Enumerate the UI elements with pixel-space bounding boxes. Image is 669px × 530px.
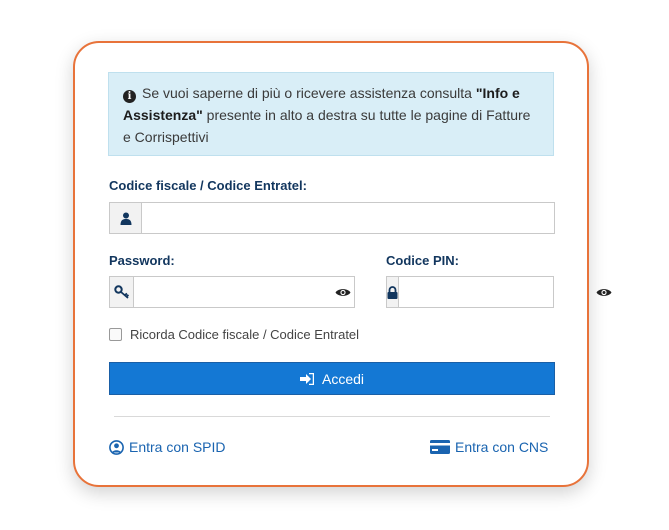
pin-field: [386, 276, 612, 308]
show-password-eye-icon[interactable]: [331, 277, 354, 307]
sign-in-icon: [299, 372, 314, 385]
key-icon: [110, 277, 135, 307]
remember-checkbox[interactable]: [109, 328, 122, 341]
cns-link[interactable]: Entra con CNS: [430, 439, 548, 455]
info-text: Se vuoi saperne di più o ricevere assist…: [142, 85, 476, 101]
pin-label: Codice PIN:: [386, 253, 459, 268]
user-icon: [110, 203, 142, 233]
remember-option[interactable]: Ricorda Codice fiscale / Codice Entratel: [109, 327, 359, 342]
lock-icon: [387, 277, 399, 307]
password-input[interactable]: [134, 277, 332, 307]
password-field: [109, 276, 355, 308]
login-button[interactable]: Accedi: [109, 362, 555, 395]
info-alert: i Se vuoi saperne di più o ricevere assis…: [108, 72, 554, 156]
card-icon: [430, 440, 450, 454]
user-circle-icon: [109, 439, 124, 455]
spid-link[interactable]: Entra con SPID: [109, 439, 226, 455]
login-button-label: Accedi: [321, 370, 365, 387]
spid-link-label: Entra con SPID: [129, 439, 226, 455]
password-label: Password:: [109, 253, 175, 268]
fiscal-code-input[interactable]: [142, 203, 554, 233]
divider: [114, 416, 550, 417]
info-icon: i: [123, 90, 136, 103]
fiscal-code-field: [109, 202, 555, 234]
cns-link-label: Entra con CNS: [455, 439, 549, 455]
remember-label: Ricorda Codice fiscale / Codice Entratel: [130, 327, 360, 342]
pin-input[interactable]: [399, 277, 596, 307]
fiscal-code-label: Codice fiscale / Codice Entratel:: [109, 178, 307, 193]
show-pin-eye-icon[interactable]: [596, 277, 612, 307]
